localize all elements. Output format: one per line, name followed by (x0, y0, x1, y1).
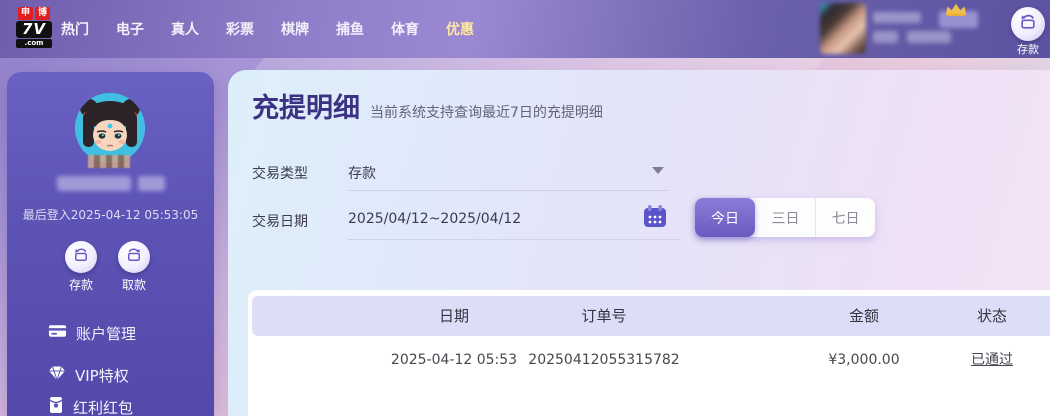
page-subtitle: 当前系统支持查询最近7日的充提明细 (370, 102, 603, 122)
page: 申 博 7V .com 热门 电子 真人 彩票 棋牌 捕鱼 体育 优惠 (0, 0, 1050, 416)
sidebar-item-bonus[interactable]: 红利红包 (7, 392, 214, 416)
type-filter-underline (348, 190, 668, 191)
red-packet-icon (48, 396, 64, 416)
nav-item-sports[interactable]: 体育 (391, 19, 419, 39)
deposit-button[interactable] (65, 241, 97, 273)
deposit-label: 存款 (51, 276, 111, 293)
type-filter-value[interactable]: 存款 (348, 163, 376, 183)
site-logo[interactable]: 申 博 7V .com (16, 7, 52, 48)
chevron-down-icon[interactable] (652, 167, 664, 174)
sidebar-item-label: 账户管理 (76, 323, 136, 344)
card-icon (48, 323, 67, 343)
cell-amount: ¥3,000.00 (828, 340, 899, 380)
date-filter-label: 交易日期 (252, 211, 308, 231)
deposit-icon (72, 246, 90, 268)
range-seven-days-button[interactable]: 七日 (815, 198, 875, 237)
nav-item-promo[interactable]: 优惠 (446, 19, 474, 39)
nav-item-slots[interactable]: 电子 (116, 19, 144, 39)
sidebar-item-label: 红利红包 (73, 397, 133, 416)
date-filter-value[interactable]: 2025/04/12~2025/04/12 (348, 211, 521, 227)
logo-char-left: 申 (18, 7, 33, 20)
withdraw-button[interactable] (118, 241, 150, 273)
crown-icon (944, 1, 968, 20)
deposit-icon (1018, 12, 1038, 36)
col-header-date: 日期 (439, 296, 469, 336)
page-header: 充提明细 当前系统支持查询最近7日的充提明细 (252, 86, 603, 125)
main-nav: 热门 电子 真人 彩票 棋牌 捕鱼 体育 优惠 (61, 0, 474, 58)
range-today-button[interactable]: 今日 (695, 198, 755, 237)
date-range-segmented-control: 今日 三日 七日 (695, 198, 875, 237)
type-filter-label: 交易类型 (252, 163, 308, 183)
nav-item-fishing[interactable]: 捕鱼 (336, 19, 364, 39)
nav-item-live[interactable]: 真人 (171, 19, 199, 39)
cell-status-link[interactable]: 已通过 (971, 340, 1013, 380)
date-filter-underline (348, 239, 680, 240)
col-header-status: 状态 (977, 296, 1007, 336)
table-row: 2025-04-12 05:53 20250412055315782 ¥3,00… (252, 340, 1050, 380)
sidebar-usertag-blurred (138, 176, 165, 191)
sidebar-item-label: VIP特权 (75, 365, 129, 386)
avatar-censor-block (88, 155, 130, 168)
col-header-order: 订单号 (581, 296, 626, 336)
calendar-icon[interactable] (643, 204, 667, 232)
quick-deposit-label: 存款 (1007, 41, 1049, 57)
balance-label-blurred (873, 31, 898, 43)
logo-char-right: 博 (35, 7, 50, 20)
logo-main-text: 7V (16, 21, 52, 38)
records-table: 日期 订单号 金额 状态 2025-04-12 05:53 2025041205… (248, 290, 1050, 416)
cell-order-number: 20250412055315782 (528, 340, 679, 380)
quick-deposit-button[interactable] (1011, 7, 1045, 41)
nav-item-lottery[interactable]: 彩票 (226, 19, 254, 39)
last-login-text: 最后登入2025-04-12 05:53:05 (7, 206, 214, 223)
balance-value-blurred (907, 31, 951, 43)
table-header-row: 日期 订单号 金额 状态 (252, 296, 1050, 336)
range-three-days-button[interactable]: 三日 (755, 198, 815, 237)
nav-item-hot[interactable]: 热门 (61, 19, 89, 39)
top-navbar: 申 博 7V .com 热门 电子 真人 彩票 棋牌 捕鱼 体育 优惠 (0, 0, 1050, 58)
page-title: 充提明细 (252, 86, 360, 125)
sidebar-item-account[interactable]: 账户管理 (7, 318, 214, 348)
logo-domain-text: .com (16, 39, 52, 48)
withdraw-icon (125, 246, 143, 268)
user-avatar-blurred[interactable] (820, 3, 866, 54)
sidebar-item-vip[interactable]: VIP特权 (7, 360, 214, 390)
username-blurred (873, 12, 921, 23)
sidebar: 最后登入2025-04-12 05:53:05 存款 取款 (7, 72, 214, 416)
sidebar-username-blurred (57, 176, 131, 191)
nav-item-chess[interactable]: 棋牌 (281, 19, 309, 39)
col-header-amount: 金额 (849, 296, 879, 336)
withdraw-label: 取款 (104, 276, 164, 293)
profile-avatar[interactable] (75, 93, 145, 163)
gem-icon (48, 365, 66, 385)
cell-date: 2025-04-12 05:53 (391, 340, 517, 380)
